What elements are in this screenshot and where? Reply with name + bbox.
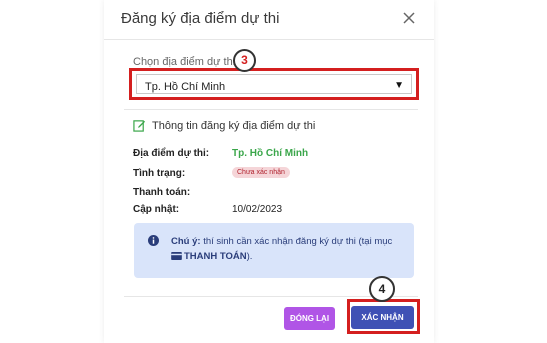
section-heading: Thông tin đăng ký địa điểm dự thi [133,119,315,132]
location-select[interactable]: Tp. Hồ Chí Minh ▼ [136,74,412,94]
info-icon [148,235,159,246]
payment-label: Thanh toán: [133,187,191,198]
location-select-value: Tp. Hồ Chí Minh [145,81,226,93]
status-label: Tình trạng: [133,168,186,179]
updated-label: Cập nhật: [133,204,180,215]
notice-body: thí sinh cần xác nhận đăng ký dự thi (tạ… [200,236,393,247]
dialog-title: Đăng ký địa điểm dự thi [121,10,280,27]
section-title: Thông tin đăng ký địa điểm dự thi [152,119,316,132]
location-select-highlight[interactable]: Tp. Hồ Chí Minh ▼ [129,68,419,100]
notice-box: Chú ý: thí sinh cần xác nhận đăng ký dự … [134,223,414,278]
notice-text: Chú ý: thí sinh cần xác nhận đăng ký dự … [171,234,407,264]
payment-section-link[interactable]: THANH TOÁN [184,251,247,262]
close-icon[interactable] [400,9,418,27]
confirm-button[interactable]: XÁC NHẬN [351,306,414,329]
edit-icon [133,120,146,132]
register-location-dialog: Đăng ký địa điểm dự thi Chọn địa điểm dự… [104,0,434,343]
location-label: Địa điểm dự thi: [133,148,210,159]
updated-value: 10/02/2023 [232,204,283,215]
location-value: Tp. Hồ Chí Minh [232,148,309,159]
dialog-header: Đăng ký địa điểm dự thi [104,0,434,40]
section-divider [124,109,418,110]
close-button[interactable]: ĐÓNG LẠI [284,307,335,330]
dropdown-arrow-icon[interactable]: ▼ [394,80,404,91]
status-badge: Chưa xác nhận [232,167,290,178]
select-location-label: Chọn địa điểm dự thi [133,56,236,68]
step-4-callout: 4 [369,276,395,302]
notice-suffix: ). [246,251,253,262]
notice-prefix: Chú ý: [171,236,201,247]
credit-card-icon [171,252,182,260]
step-3-callout: 3 [233,49,256,72]
